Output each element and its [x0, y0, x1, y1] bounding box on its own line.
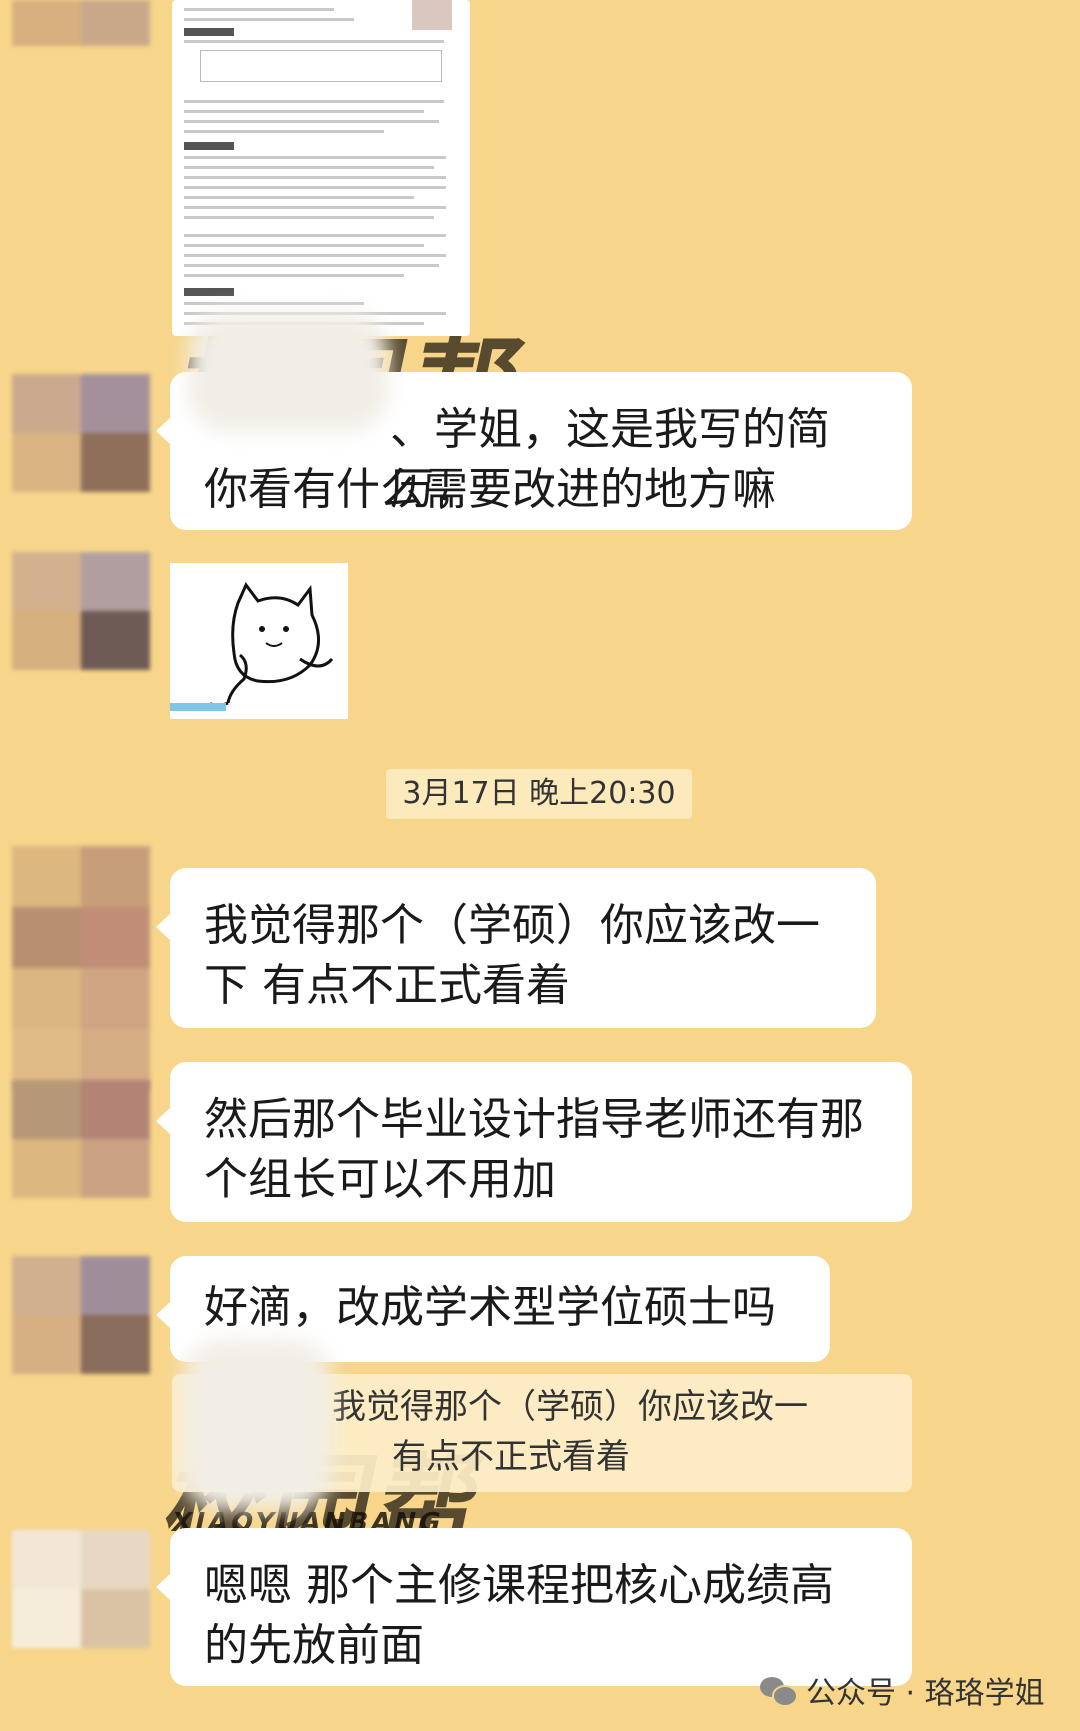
message-bubble[interactable]: 嗯嗯 那个主修课程把核心成绩高 的先放前面 [156, 1528, 912, 1686]
avatar[interactable] [12, 0, 150, 46]
message-line: 好滴，改成学术型学位硕士吗 [204, 1282, 776, 1333]
avatar[interactable] [12, 1080, 150, 1198]
avatar[interactable] [12, 552, 150, 670]
message-bubble[interactable]: 我觉得那个（学硕）你应该改一 下 有点不正式看着 [156, 868, 876, 1028]
message-line: 个组长可以不用加 [204, 1154, 556, 1205]
redacted-avatar-blur [182, 1340, 332, 1510]
avatar[interactable] [12, 1256, 150, 1374]
resume-image[interactable] [172, 0, 470, 336]
quoted-line: 有点不正式看着 [392, 1437, 630, 1477]
message-line: 然后那个毕业设计指导老师还有那 [204, 1094, 864, 1145]
message-bubble[interactable]: 然后那个毕业设计指导老师还有那 个组长可以不用加 [156, 1062, 912, 1222]
wechat-icon [760, 1675, 798, 1707]
redacted-name-blur [188, 312, 388, 432]
message-line: 我觉得那个（学硕）你应该改一 [204, 900, 820, 951]
message-line: 嗯嗯 那个主修课程把核心成绩高 [204, 1560, 834, 1611]
message-line: 你看有什么需要改进的地方嘛 [204, 464, 776, 515]
timestamp: 3月17日 晚上20:30 [386, 769, 692, 819]
sticker-image[interactable] [170, 563, 348, 719]
avatar[interactable] [12, 846, 150, 1090]
message-line: 下 有点不正式看着 [204, 960, 570, 1011]
quoted-line: 我觉得那个（学硕）你应该改一 [332, 1387, 808, 1427]
wechat-account-footer: 公众号 · 珞珞学姐 [760, 1664, 1045, 1716]
avatar[interactable] [12, 1530, 150, 1648]
cat-sticker-icon [170, 582, 334, 711]
avatar[interactable] [12, 374, 150, 492]
footer-label: 公众号 · 珞珞学姐 [806, 1676, 1045, 1711]
